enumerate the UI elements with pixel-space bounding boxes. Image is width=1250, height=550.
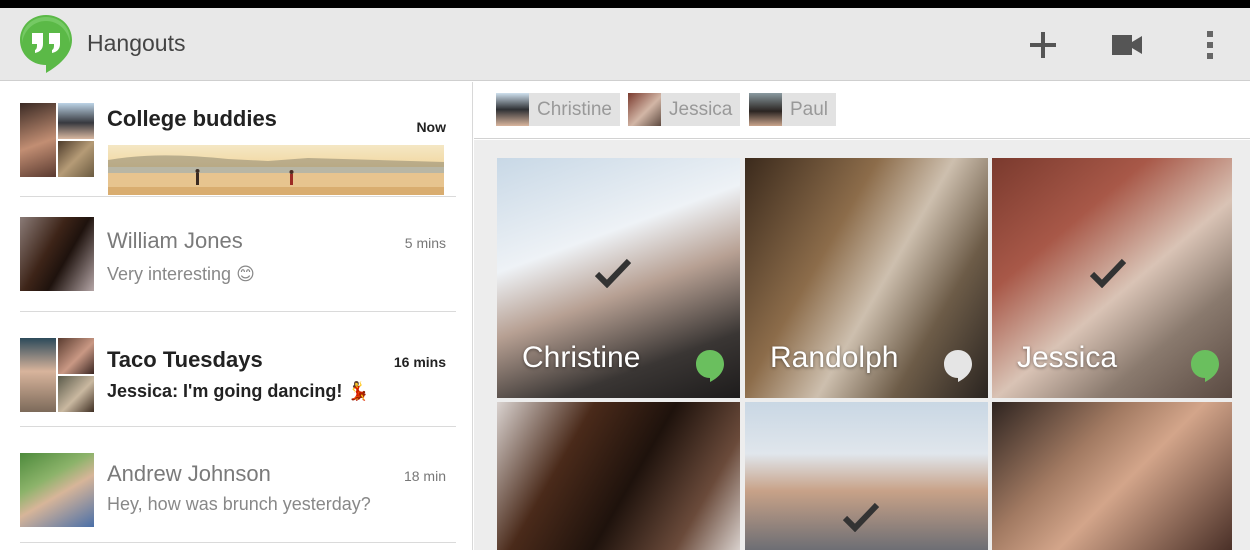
avatar [20,103,56,177]
conversation-message: Hey, how was brunch yesterday? [107,494,371,514]
app-bar: Hangouts [0,8,1250,81]
conversation-item[interactable]: College buddies Now [20,82,456,197]
participant-name: Christine [537,98,612,120]
contact-name: Randolph [770,341,899,374]
add-icon[interactable] [1025,25,1061,65]
conversation-time: 16 mins [393,354,446,370]
contact-name: Jessica [1017,341,1118,374]
conversation-message: Very interesting 😊 [107,264,255,284]
conversation-list: College buddies Now William Jones 5 mins… [0,82,473,550]
away-status-icon [944,350,972,382]
status-bar [0,0,1250,8]
contact-grid: Christine Randolph Jessica [474,140,1250,550]
conversation-name: Andrew Johnson [107,461,271,486]
hangouts-logo-icon[interactable] [18,13,74,75]
avatar-image [20,453,94,527]
conversation-time: 18 min [403,468,446,484]
avatar [20,453,94,527]
avatar [58,376,94,412]
conversation-name: Taco Tuesdays [107,347,263,372]
contact-tile[interactable] [992,402,1232,550]
avatar [58,141,94,177]
video-camera-icon[interactable] [1109,25,1145,65]
avatar [20,338,56,412]
contact-name: Christine [522,341,641,374]
overflow-menu-icon[interactable] [1192,25,1228,65]
contact-tile[interactable]: Christine [497,158,740,398]
participant-bar: Christine Jessica Paul [474,82,1250,139]
check-icon [843,502,879,532]
conversation-time: Now [416,119,446,135]
group-avatar [20,103,94,177]
avatar [20,217,94,291]
participant-chip[interactable]: Jessica [628,93,741,126]
shared-photo-thumbnail[interactable] [108,145,444,195]
participant-chip[interactable]: Christine [496,93,620,126]
conversation-item[interactable]: William Jones 5 mins Very interesting 😊 [20,197,456,312]
contact-tile[interactable]: Randolph [745,158,988,398]
contact-tile[interactable] [745,402,988,550]
participant-name: Jessica [669,98,733,120]
participant-name: Paul [790,98,829,120]
check-icon [595,258,631,288]
contact-tile[interactable]: Jessica [992,158,1232,398]
online-status-icon [1191,350,1219,382]
app-title: Hangouts [87,30,186,56]
contact-tile[interactable] [497,402,740,550]
conversation-item[interactable]: Andrew Johnson 18 min Hey, how was brunc… [20,427,456,543]
avatar [58,338,94,374]
avatar [628,93,661,126]
avatar [496,93,529,126]
avatar [58,103,94,139]
check-icon [1090,258,1126,288]
conversation-time: 5 mins [404,235,446,251]
participant-chip[interactable]: Paul [749,93,837,126]
avatar-image [20,217,94,291]
online-status-icon [696,350,724,382]
group-avatar [20,338,94,412]
conversation-name: College buddies [107,106,277,131]
conversation-name: William Jones [107,228,243,253]
conversation-item[interactable]: Taco Tuesdays 16 mins Jessica: I'm going… [20,312,456,427]
avatar [749,93,782,126]
conversation-message: Jessica: I'm going dancing! 💃 [107,381,370,401]
